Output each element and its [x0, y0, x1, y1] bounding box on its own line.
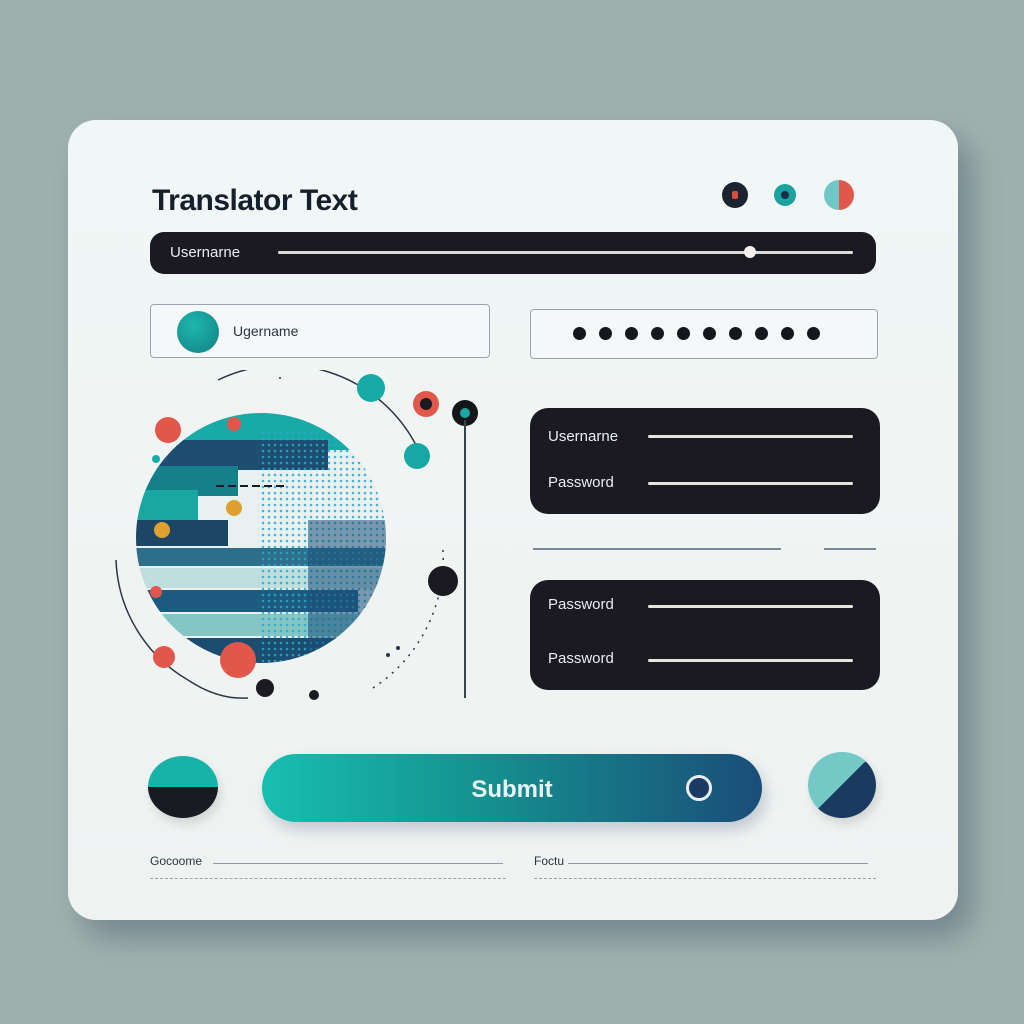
credentials-panel-two: Password Password: [530, 580, 880, 690]
panel-one-row-2-input[interactable]: [648, 482, 853, 485]
panel-one-row-1-input[interactable]: [648, 435, 853, 438]
username-field-label: Ugername: [233, 323, 299, 339]
footer-left-dashed-line: [150, 878, 506, 880]
dot-icon[interactable]: [774, 184, 796, 206]
slider-label: Usernarne: [170, 244, 241, 261]
panel-two-row-2-label: Password: [548, 650, 614, 667]
footer-left-line: [213, 863, 503, 864]
half-circle-icon[interactable]: [148, 756, 218, 818]
footer-right-dashed-line: [534, 878, 876, 880]
login-card: Translator Text Usernarne Ugername Usern…: [68, 120, 958, 920]
footer-right-label: Foctu: [534, 854, 565, 868]
record-icon[interactable]: [722, 182, 748, 208]
globe-illustration: [98, 357, 458, 720]
credentials-panel-one: Usernarne Password: [530, 408, 880, 514]
globe-icon: [115, 357, 458, 700]
username-slider-bar[interactable]: Usernarne: [150, 232, 876, 274]
avatar: [177, 311, 219, 353]
footer-right-line: [568, 863, 868, 864]
panel-one-row-1-label: Usernarne: [548, 428, 619, 445]
panel-two-row-2-input[interactable]: [648, 659, 853, 662]
username-field[interactable]: Ugername: [150, 304, 490, 358]
page-title: Translator Text: [152, 184, 358, 217]
password-field[interactable]: [530, 309, 878, 359]
panel-one-row-2-label: Password: [548, 474, 614, 491]
password-mask: [573, 327, 820, 340]
divider: [533, 548, 781, 550]
slider-handle[interactable]: [744, 246, 756, 258]
submit-button[interactable]: Submit: [262, 754, 762, 822]
panel-two-row-1-label: Password: [548, 596, 614, 613]
timeline-line: [464, 420, 466, 698]
divider: [824, 548, 876, 550]
slider-track[interactable]: [278, 251, 853, 254]
diagonal-split-icon[interactable]: [808, 752, 876, 818]
panel-two-row-1-input[interactable]: [648, 605, 853, 608]
footer-left-label: Gocoome: [150, 854, 203, 868]
radio-ring-icon: [686, 775, 712, 801]
split-circle-icon[interactable]: [824, 180, 854, 210]
